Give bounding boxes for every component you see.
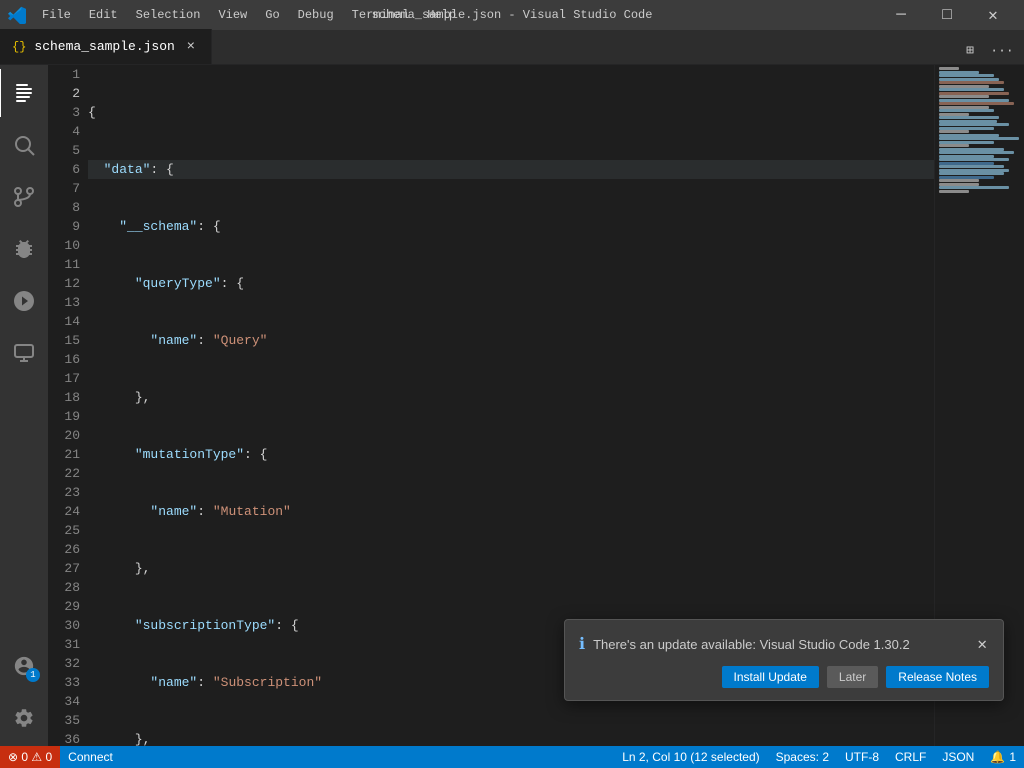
code-line-6: }, [88, 388, 934, 407]
main-area: 1 1 2 3 4 5 6 7 8 9 10 11 1 [0, 65, 1024, 746]
accounts-badge: 1 [26, 668, 40, 682]
activity-explorer[interactable] [0, 69, 47, 117]
status-bar-left: ⊗ 0 ⚠ 0 Connect [0, 746, 121, 768]
status-errors[interactable]: ⊗ 0 ⚠ 0 [0, 746, 60, 768]
code-line-5: "name": "Query" [88, 331, 934, 350]
activity-source-control[interactable] [0, 173, 48, 221]
more-actions-button[interactable]: ··· [988, 36, 1016, 64]
notification-text: ℹ There's an update available: Visual St… [579, 634, 910, 654]
menu-debug[interactable]: Debug [290, 6, 342, 24]
tab-file-icon: {} [12, 40, 26, 54]
code-line-7: "mutationType": { [88, 445, 934, 464]
notification-close-button[interactable]: ✕ [975, 632, 989, 656]
status-position[interactable]: Ln 2, Col 10 (12 selected) [614, 746, 767, 768]
activity-search[interactable] [0, 121, 48, 169]
indentation: Spaces: 2 [776, 750, 829, 764]
notification-header: ℹ There's an update available: Visual St… [579, 632, 989, 656]
menu-go[interactable]: Go [257, 6, 287, 24]
activity-extensions[interactable] [0, 225, 48, 273]
status-language[interactable]: JSON [934, 746, 982, 768]
window-title: schema_sample.json - Visual Studio Code [372, 8, 653, 22]
status-bar-right: Ln 2, Col 10 (12 selected) Spaces: 2 UTF… [614, 746, 1024, 768]
tab-bar: {} schema_sample.json × ⊞ ··· [0, 30, 1024, 65]
maximize-button[interactable]: □ [924, 0, 970, 30]
activity-bar: 1 [0, 65, 48, 746]
status-encoding[interactable]: UTF-8 [837, 746, 887, 768]
menu-edit[interactable]: Edit [81, 6, 126, 24]
notification-count: 1 [1009, 750, 1016, 764]
tab-label: schema_sample.json [34, 39, 174, 54]
split-editor-button[interactable]: ⊞ [956, 36, 984, 64]
status-line-ending[interactable]: CRLF [887, 746, 934, 768]
activity-settings[interactable] [0, 694, 48, 742]
editor-area: 1 2 3 4 5 6 7 8 9 10 11 12 13 14 15 16 1… [48, 65, 1024, 746]
status-spaces[interactable]: Spaces: 2 [768, 746, 837, 768]
status-bell[interactable]: 🔔 1 [982, 746, 1024, 768]
activity-accounts[interactable]: 1 [0, 642, 48, 690]
menu-file[interactable]: File [34, 6, 79, 24]
cursor-position: Ln 2, Col 10 (12 selected) [622, 750, 759, 764]
code-line-4: "queryType": { [88, 274, 934, 293]
line-numbers: 1 2 3 4 5 6 7 8 9 10 11 12 13 14 15 16 1… [48, 65, 88, 746]
code-editor[interactable]: 1 2 3 4 5 6 7 8 9 10 11 12 13 14 15 16 1… [48, 65, 1024, 746]
bell-icon: 🔔 [990, 750, 1005, 764]
notification-message: There's an update available: Visual Stud… [593, 637, 910, 652]
title-bar-controls: ─ □ ✕ [878, 0, 1016, 30]
code-line-2: "data": { [88, 160, 934, 179]
install-update-button[interactable]: Install Update [722, 666, 819, 688]
notification-actions: Install Update Later Release Notes [579, 666, 989, 688]
status-bar: ⊗ 0 ⚠ 0 Connect Ln 2, Col 10 (12 selecte… [0, 746, 1024, 768]
close-button[interactable]: ✕ [970, 0, 1016, 30]
title-bar: File Edit Selection View Go Debug Termin… [0, 0, 1024, 30]
code-line-1: { [88, 103, 934, 122]
language-mode: JSON [942, 750, 974, 764]
release-notes-button[interactable]: Release Notes [886, 666, 989, 688]
code-line-8: "name": "Mutation" [88, 502, 934, 521]
tab-bar-actions: ⊞ ··· [956, 36, 1024, 64]
tab-close-button[interactable]: × [183, 39, 199, 55]
activity-debug[interactable] [0, 277, 48, 325]
menu-view[interactable]: View [210, 6, 255, 24]
file-encoding: UTF-8 [845, 750, 879, 764]
code-line-3: "__schema": { [88, 217, 934, 236]
tab-schema-sample[interactable]: {} schema_sample.json × [0, 29, 212, 64]
vscode-logo [8, 6, 26, 24]
activity-bar-bottom: 1 [0, 642, 48, 742]
code-line-12: }, [88, 730, 934, 746]
minimize-button[interactable]: ─ [878, 0, 924, 30]
status-connect[interactable]: Connect [60, 746, 121, 768]
code-line-9: }, [88, 559, 934, 578]
later-button[interactable]: Later [827, 666, 878, 688]
error-count: ⊗ 0 ⚠ 0 [8, 750, 52, 764]
activity-remote[interactable] [0, 329, 48, 377]
line-ending: CRLF [895, 750, 926, 764]
info-icon: ℹ [579, 634, 585, 654]
menu-selection[interactable]: Selection [128, 6, 209, 24]
connect-label: Connect [68, 750, 113, 764]
update-notification: ℹ There's an update available: Visual St… [564, 619, 1004, 701]
